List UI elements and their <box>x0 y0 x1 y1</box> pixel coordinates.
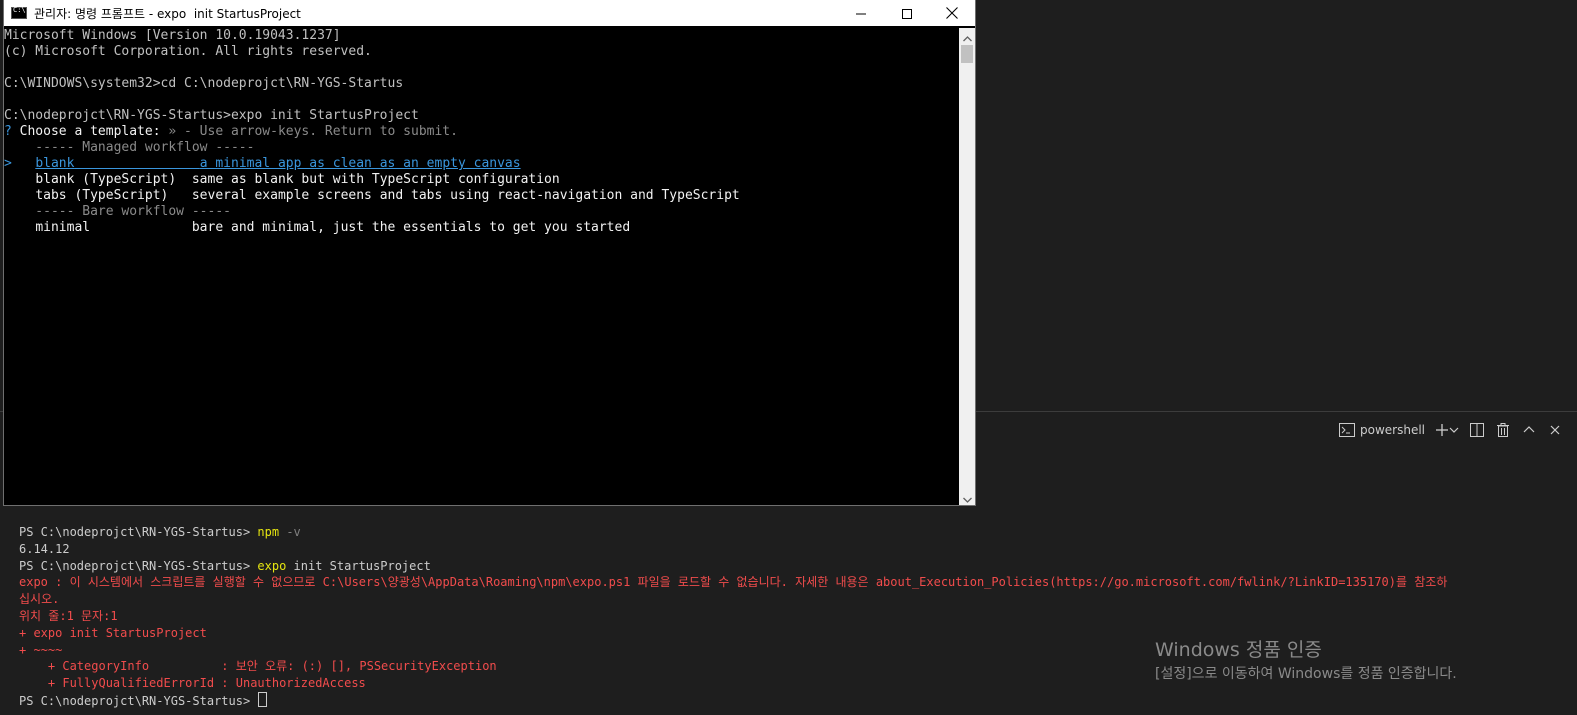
chevron-down-icon <box>962 488 972 507</box>
terminal-line: 6.14.12 <box>19 541 70 556</box>
prompt-hint: » - Use arrow-keys. Return to submit. <box>160 124 458 139</box>
close-panel-button[interactable] <box>1547 421 1563 439</box>
chevron-up-icon <box>962 27 972 46</box>
console-output[interactable]: Microsoft Windows [Version 10.0.19043.12… <box>4 28 957 505</box>
chevron-up-icon <box>1523 425 1535 435</box>
ps-argument: init StartusProject <box>286 558 431 573</box>
terminal-toolbar: powershell <box>1339 420 1563 440</box>
kill-terminal-button[interactable] <box>1495 421 1511 439</box>
option-name: blank <box>35 156 75 171</box>
option-description: a minimal app as clean as an empty canva… <box>199 156 521 171</box>
terminal-line: PS C:\nodeprojct\RN-YGS-Startus> npm -v <box>19 524 1564 541</box>
terminal-selector[interactable]: powershell <box>1339 423 1425 437</box>
option-description: same as blank but with TypeScript config… <box>191 172 560 187</box>
close-icon <box>1550 425 1560 435</box>
terminal-icon <box>1339 423 1355 437</box>
template-option-minimal[interactable]: minimal bare and minimal, just the essen… <box>4 220 957 236</box>
console-line: C:\WINDOWS\system32>cd C:\nodeprojct\RN-… <box>4 76 404 91</box>
chevron-down-icon[interactable] <box>1449 425 1459 435</box>
option-name: minimal <box>35 220 91 235</box>
maximize-icon <box>902 4 912 23</box>
error-line: 십시오. <box>19 592 60 607</box>
ps-prompt: PS C:\nodeprojct\RN-YGS-Startus> <box>19 693 258 708</box>
ps-prompt: PS C:\nodeprojct\RN-YGS-Startus> <box>19 558 258 573</box>
maximize-button[interactable] <box>884 0 930 26</box>
activation-subtitle: [설정]으로 이동하여 Windows를 정품 인증합니다. <box>1155 666 1457 682</box>
template-option-blank[interactable]: > blank a minimal app as clean as an emp… <box>4 156 957 172</box>
terminal-line: PS C:\nodeprojct\RN-YGS-Startus> expo in… <box>19 558 1564 575</box>
terminal-cursor <box>258 691 268 707</box>
maximize-panel-button[interactable] <box>1521 421 1537 439</box>
cmd-app-icon[interactable] <box>11 6 27 19</box>
template-option-blank-typescript[interactable]: blank (TypeScript) same as blank but wit… <box>4 172 957 188</box>
close-icon <box>946 4 958 23</box>
option-description: bare and minimal, just the essentials to… <box>191 220 631 235</box>
split-terminal-button[interactable] <box>1469 421 1485 439</box>
minimize-button[interactable] <box>838 0 884 26</box>
question-mark: ? <box>4 124 12 139</box>
ps-command: expo <box>257 558 287 573</box>
command-prompt-window[interactable]: 관리자: 명령 프롬프트 - expo init StartusProject … <box>4 0 975 505</box>
trash-icon <box>1497 423 1509 437</box>
selection-pointer: > <box>4 156 12 171</box>
scroll-up-button[interactable] <box>959 28 975 44</box>
terminal-line: PS C:\nodeprojct\RN-YGS-Startus> <box>19 691 1564 709</box>
activation-title: Windows 정품 인증 <box>1155 639 1322 661</box>
option-name: blank (TypeScript) <box>35 172 177 187</box>
console-line: (c) Microsoft Corporation. All rights re… <box>4 44 372 59</box>
scrollbar-thumb[interactable] <box>961 45 973 63</box>
option-description: several example screens and tabs using r… <box>191 188 740 203</box>
option-name: tabs (TypeScript) <box>35 188 169 203</box>
windows-activation-watermark: Windows 정품 인증 [설정]으로 이동하여 Windows를 정품 인증… <box>1155 638 1457 684</box>
vertical-scrollbar[interactable] <box>959 28 975 505</box>
error-line: 위치 줄:1 문자:1 <box>19 608 118 623</box>
split-icon <box>1470 423 1484 437</box>
terminal-name: powershell <box>1360 423 1425 437</box>
bare-workflow-header: ----- Bare workflow ----- <box>4 204 231 219</box>
new-terminal-button[interactable] <box>1435 421 1459 439</box>
scroll-down-button[interactable] <box>959 489 975 505</box>
error-line: expo : 이 시스템에서 스크립트를 실행할 수 없으므로 C:\Users… <box>19 575 1448 590</box>
console-line: C:\nodeprojct\RN-YGS-Startus>expo init S… <box>4 108 419 123</box>
close-button[interactable] <box>929 0 975 26</box>
plus-icon <box>1435 423 1449 437</box>
minimize-icon <box>856 4 866 23</box>
console-line: Microsoft Windows [Version 10.0.19043.12… <box>4 28 341 43</box>
title-bar[interactable]: 관리자: 명령 프롬프트 - expo init StartusProject <box>4 0 975 26</box>
window-title: 관리자: 명령 프롬프트 - expo init StartusProject <box>34 6 301 21</box>
template-option-tabs-typescript[interactable]: tabs (TypeScript) several example screen… <box>4 188 957 204</box>
ps-command: npm <box>257 525 280 539</box>
template-prompt: ? Choose a template: » - Use arrow-keys.… <box>4 124 957 140</box>
managed-workflow-header: ----- Managed workflow ----- <box>4 140 255 155</box>
ps-prompt: PS C:\nodeprojct\RN-YGS-Startus> <box>19 525 258 539</box>
prompt-question: Choose a template: <box>19 124 161 139</box>
ps-argument: -v <box>279 525 301 539</box>
